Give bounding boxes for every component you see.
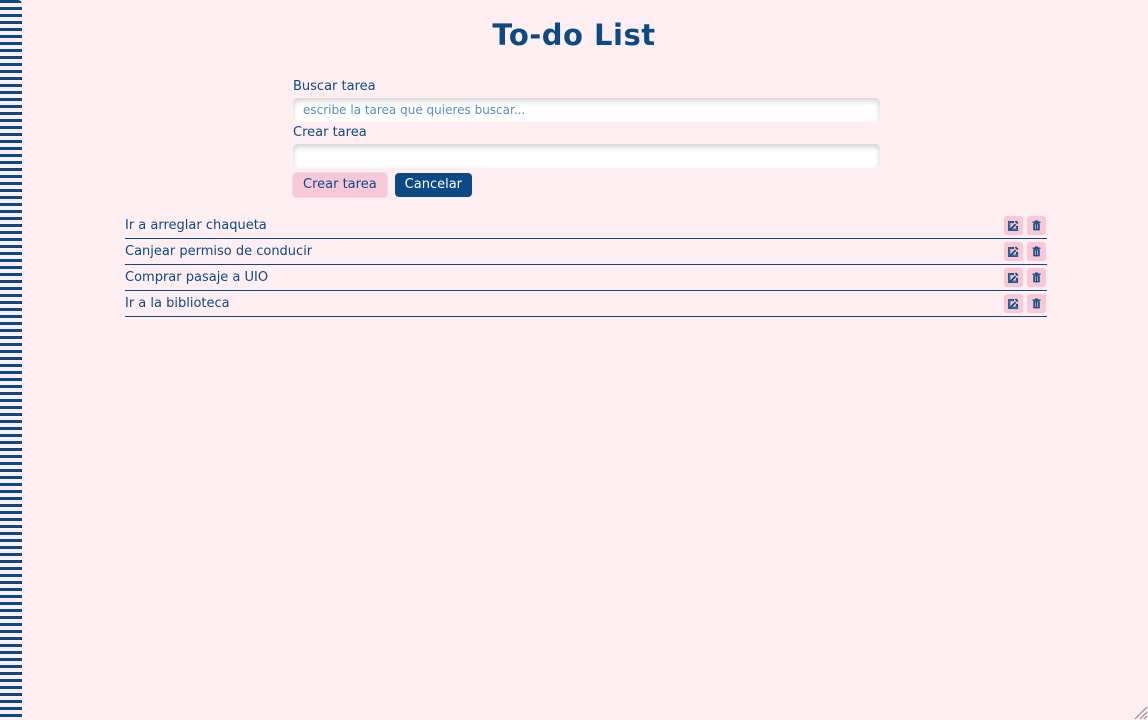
task-actions <box>1004 242 1046 261</box>
create-label: Crear tarea <box>293 125 367 140</box>
task-form: Buscar tarea Crear tarea Crear tarea Can… <box>293 78 880 197</box>
task-text: Canjear permiso de conducir <box>125 243 313 259</box>
trash-icon[interactable] <box>1027 216 1046 235</box>
task-text: Ir a la biblioteca <box>125 295 230 311</box>
edit-icon[interactable] <box>1004 294 1023 313</box>
trash-icon[interactable] <box>1027 294 1046 313</box>
create-task-button[interactable]: Crear tarea <box>293 173 387 197</box>
edit-icon[interactable] <box>1004 268 1023 287</box>
task-list: Ir a arreglar chaqueta Canjear permiso d… <box>125 213 1047 317</box>
search-label: Buscar tarea <box>293 79 376 94</box>
search-input[interactable] <box>293 98 880 122</box>
edit-icon[interactable] <box>1004 216 1023 235</box>
task-actions <box>1004 294 1046 313</box>
task-actions <box>1004 216 1046 235</box>
notebook-binding <box>0 0 22 720</box>
trash-icon[interactable] <box>1027 242 1046 261</box>
trash-icon[interactable] <box>1027 268 1046 287</box>
task-row: Comprar pasaje a UIO <box>125 265 1047 291</box>
task-row: Ir a la biblioteca <box>125 291 1047 317</box>
task-row: Ir a arreglar chaqueta <box>125 213 1047 239</box>
task-text: Ir a arreglar chaqueta <box>125 217 267 233</box>
cancel-button[interactable]: Cancelar <box>394 173 473 197</box>
page-title: To-do List <box>492 18 656 52</box>
task-row: Canjear permiso de conducir <box>125 239 1047 265</box>
task-actions <box>1004 268 1046 287</box>
task-text: Comprar pasaje a UIO <box>125 269 269 285</box>
form-actions: Crear tarea Cancelar <box>293 173 880 197</box>
todo-app: To-do List Buscar tarea Crear tarea Crea… <box>0 0 1148 720</box>
create-input[interactable] <box>293 144 880 168</box>
edit-icon[interactable] <box>1004 242 1023 261</box>
resize-grip-icon[interactable] <box>1132 704 1148 720</box>
